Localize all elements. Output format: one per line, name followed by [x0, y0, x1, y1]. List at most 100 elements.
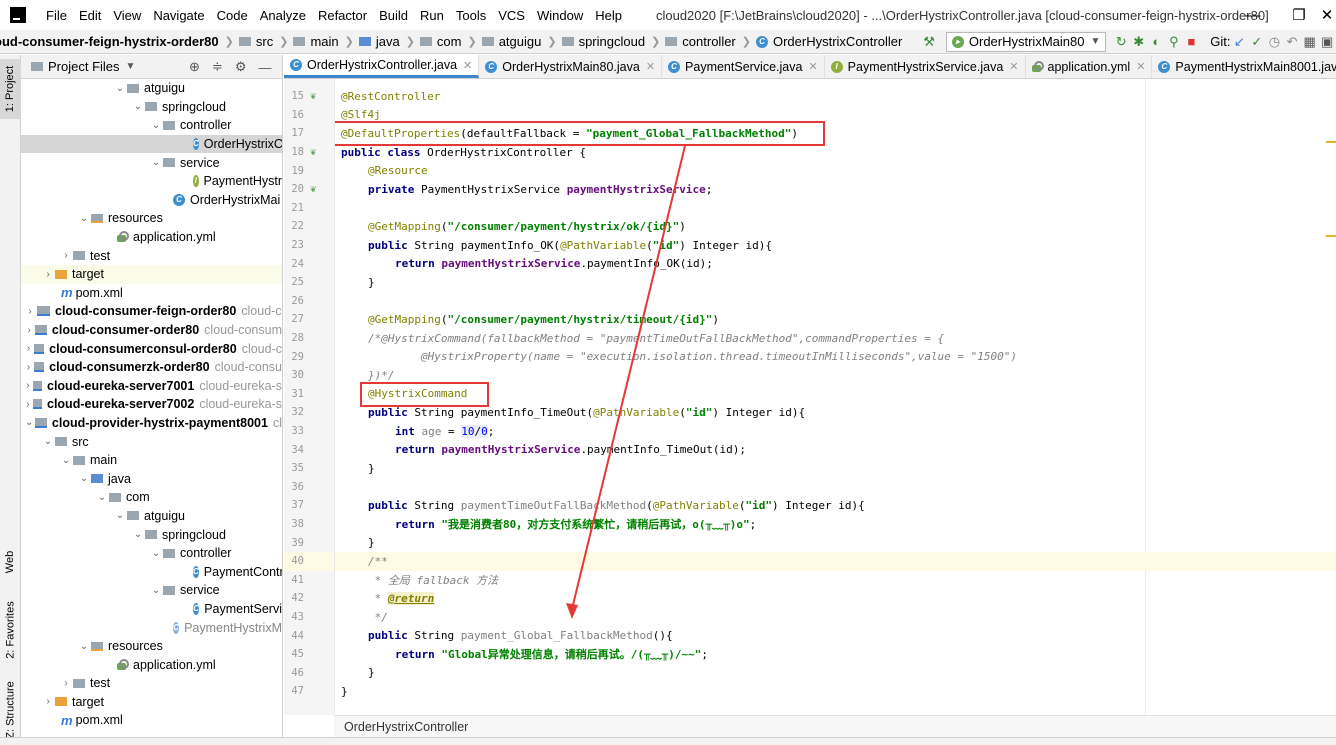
expand-arrow-icon[interactable]: ⌄: [113, 510, 127, 521]
menu-vcs[interactable]: VCS: [492, 8, 531, 23]
tree-item[interactable]: ⌄ service: [21, 581, 282, 600]
git-history-icon[interactable]: ◷: [1266, 34, 1284, 50]
expand-arrow-icon[interactable]: ⌄: [113, 83, 127, 94]
tree-module[interactable]: › cloud-eureka-server7002 cloud-eureka-s: [21, 395, 282, 414]
git-update-icon[interactable]: ↙: [1231, 34, 1249, 50]
breadcrumb-java[interactable]: java: [358, 34, 404, 49]
tree-item[interactable]: › test: [21, 246, 282, 265]
tree-module[interactable]: › cloud-consumerconsul-order80 cloud-c: [21, 339, 282, 358]
collapse-arrow-icon[interactable]: ›: [23, 325, 35, 336]
tree-item[interactable]: › target: [21, 693, 282, 712]
git-commit-icon[interactable]: ✓: [1248, 34, 1266, 50]
tree-item[interactable]: › test: [21, 674, 282, 693]
minimize-button[interactable]: —: [1230, 0, 1276, 30]
tab-payment-hystrix-main8001[interactable]: C PaymentHystrixMain8001.jav: [1152, 55, 1336, 78]
expand-arrow-icon[interactable]: ⌄: [59, 455, 73, 466]
gear-icon[interactable]: ⚙: [235, 59, 247, 75]
menu-build[interactable]: Build: [373, 8, 414, 23]
menu-refactor[interactable]: Refactor: [312, 8, 373, 23]
tab-payment-service[interactable]: C PaymentService.java ✕: [662, 55, 825, 78]
menu-window[interactable]: Window: [531, 8, 589, 23]
tree-module[interactable]: ⌄ cloud-provider-hystrix-payment8001 cl: [21, 414, 282, 433]
hide-icon[interactable]: —: [258, 60, 271, 75]
menu-analyze[interactable]: Analyze: [254, 8, 312, 23]
breadcrumb-src[interactable]: src: [238, 34, 277, 49]
tree-item[interactable]: ⌄ springcloud: [21, 525, 282, 544]
tree-item[interactable]: ⌄ controller: [21, 544, 282, 563]
breadcrumb-atguigu[interactable]: atguigu: [481, 34, 546, 49]
breadcrumb-module[interactable]: oud-consumer-feign-hystrix-order80: [0, 34, 223, 49]
tab-application-yml[interactable]: application.yml ✕: [1026, 55, 1153, 78]
menu-navigate[interactable]: Navigate: [147, 8, 210, 23]
tree-item[interactable]: ⌄ springcloud: [21, 98, 282, 117]
code-editor[interactable]: @RestController @Slf4j @DefaultPropertie…: [334, 79, 1336, 715]
collapse-arrow-icon[interactable]: ›: [41, 269, 55, 280]
coverage-icon[interactable]: ◐: [1148, 34, 1166, 49]
collapse-arrow-icon[interactable]: ›: [59, 250, 73, 261]
locate-icon[interactable]: ⊕: [189, 59, 200, 75]
collapse-arrow-icon[interactable]: ›: [23, 306, 37, 317]
tree-item[interactable]: › target: [21, 264, 282, 284]
close-button[interactable]: ✕: [1318, 0, 1336, 30]
tree-module[interactable]: › cloud-eureka-server7001 cloud-eureka-s: [21, 377, 282, 396]
collapse-arrow-icon[interactable]: ›: [23, 380, 33, 391]
tree-item[interactable]: m pom.xml: [21, 711, 282, 730]
breadcrumb-controller[interactable]: controller: [665, 34, 739, 49]
tree-item[interactable]: I PaymentHystr: [21, 172, 282, 191]
tree-item[interactable]: application.yml: [21, 228, 282, 247]
bean-gutter-icon[interactable]: ❦: [310, 91, 316, 102]
close-icon[interactable]: ✕: [808, 60, 817, 73]
tree-item[interactable]: application.yml: [21, 655, 282, 674]
expand-arrow-icon[interactable]: ⌄: [95, 492, 109, 503]
close-icon[interactable]: ✕: [1009, 60, 1018, 73]
autowired-gutter-icon[interactable]: ❦: [310, 184, 316, 195]
tree-item[interactable]: ⌄ controller: [21, 116, 282, 135]
expand-arrow-icon[interactable]: ⌄: [149, 585, 163, 596]
tree-item[interactable]: C PaymentServi: [21, 600, 282, 619]
menu-code[interactable]: Code: [211, 8, 254, 23]
close-icon[interactable]: ✕: [463, 59, 472, 72]
expand-arrow-icon[interactable]: ⌄: [131, 101, 145, 112]
breadcrumb-class-name[interactable]: OrderHystrixController: [344, 720, 468, 734]
expand-arrow-icon[interactable]: ⌄: [77, 213, 91, 224]
warning-marker[interactable]: [1326, 141, 1336, 143]
tree-item[interactable]: C PaymentHystrixM: [21, 618, 282, 637]
structure-tool-button[interactable]: Z: Structure: [0, 675, 21, 745]
expand-arrow-icon[interactable]: ⌄: [131, 529, 145, 540]
collapse-arrow-icon[interactable]: ›: [23, 343, 34, 354]
profile-icon[interactable]: ⚲: [1165, 34, 1183, 50]
project-view-select[interactable]: Project Files: [48, 59, 120, 74]
close-icon[interactable]: ✕: [646, 60, 655, 73]
expand-arrow-icon[interactable]: ⌄: [77, 641, 91, 652]
tree-item[interactable]: ⌄ main: [21, 451, 282, 470]
collapse-all-icon[interactable]: ≑: [212, 59, 223, 75]
tree-module[interactable]: › cloud-consumer-order80 cloud-consum: [21, 321, 282, 340]
collapse-arrow-icon[interactable]: ›: [23, 399, 33, 410]
tree-item[interactable]: ⌄ service: [21, 153, 282, 172]
expand-arrow-icon[interactable]: ⌄: [149, 157, 163, 168]
tab-order-hystrix-controller[interactable]: C OrderHystrixController.java ✕: [284, 55, 480, 78]
debug-icon[interactable]: ✱: [1130, 34, 1148, 50]
menu-help[interactable]: Help: [589, 8, 628, 23]
tree-item[interactable]: ⌄ src: [21, 432, 282, 451]
menu-tools[interactable]: Tools: [450, 8, 492, 23]
collapse-arrow-icon[interactable]: ›: [23, 362, 34, 373]
menu-file[interactable]: File: [40, 8, 73, 23]
expand-arrow-icon[interactable]: ⌄: [77, 473, 91, 484]
tree-module[interactable]: › cloud-consumerzk-order80 cloud-consu: [21, 358, 282, 377]
tree-item[interactable]: ⌄ java: [21, 469, 282, 488]
breadcrumb-springcloud[interactable]: springcloud: [561, 34, 650, 49]
collapse-arrow-icon[interactable]: ›: [41, 696, 55, 707]
search-everywhere-icon[interactable]: ▣: [1318, 34, 1336, 50]
breadcrumb-com[interactable]: com: [419, 34, 466, 49]
close-icon[interactable]: ✕: [1136, 60, 1145, 73]
bean-gutter-icon[interactable]: ❦: [310, 147, 316, 158]
breadcrumb-main[interactable]: main: [293, 34, 342, 49]
expand-arrow-icon[interactable]: ⌄: [41, 436, 55, 447]
tree-item[interactable]: ⌄ com: [21, 488, 282, 507]
tab-order-hystrix-main80[interactable]: C OrderHystrixMain80.java ✕: [479, 55, 663, 78]
favorites-tool-button[interactable]: 2: Favorites: [0, 595, 21, 665]
chevron-down-icon[interactable]: ▼: [126, 61, 136, 72]
collapse-arrow-icon[interactable]: ›: [59, 678, 73, 689]
menu-edit[interactable]: Edit: [73, 8, 107, 23]
